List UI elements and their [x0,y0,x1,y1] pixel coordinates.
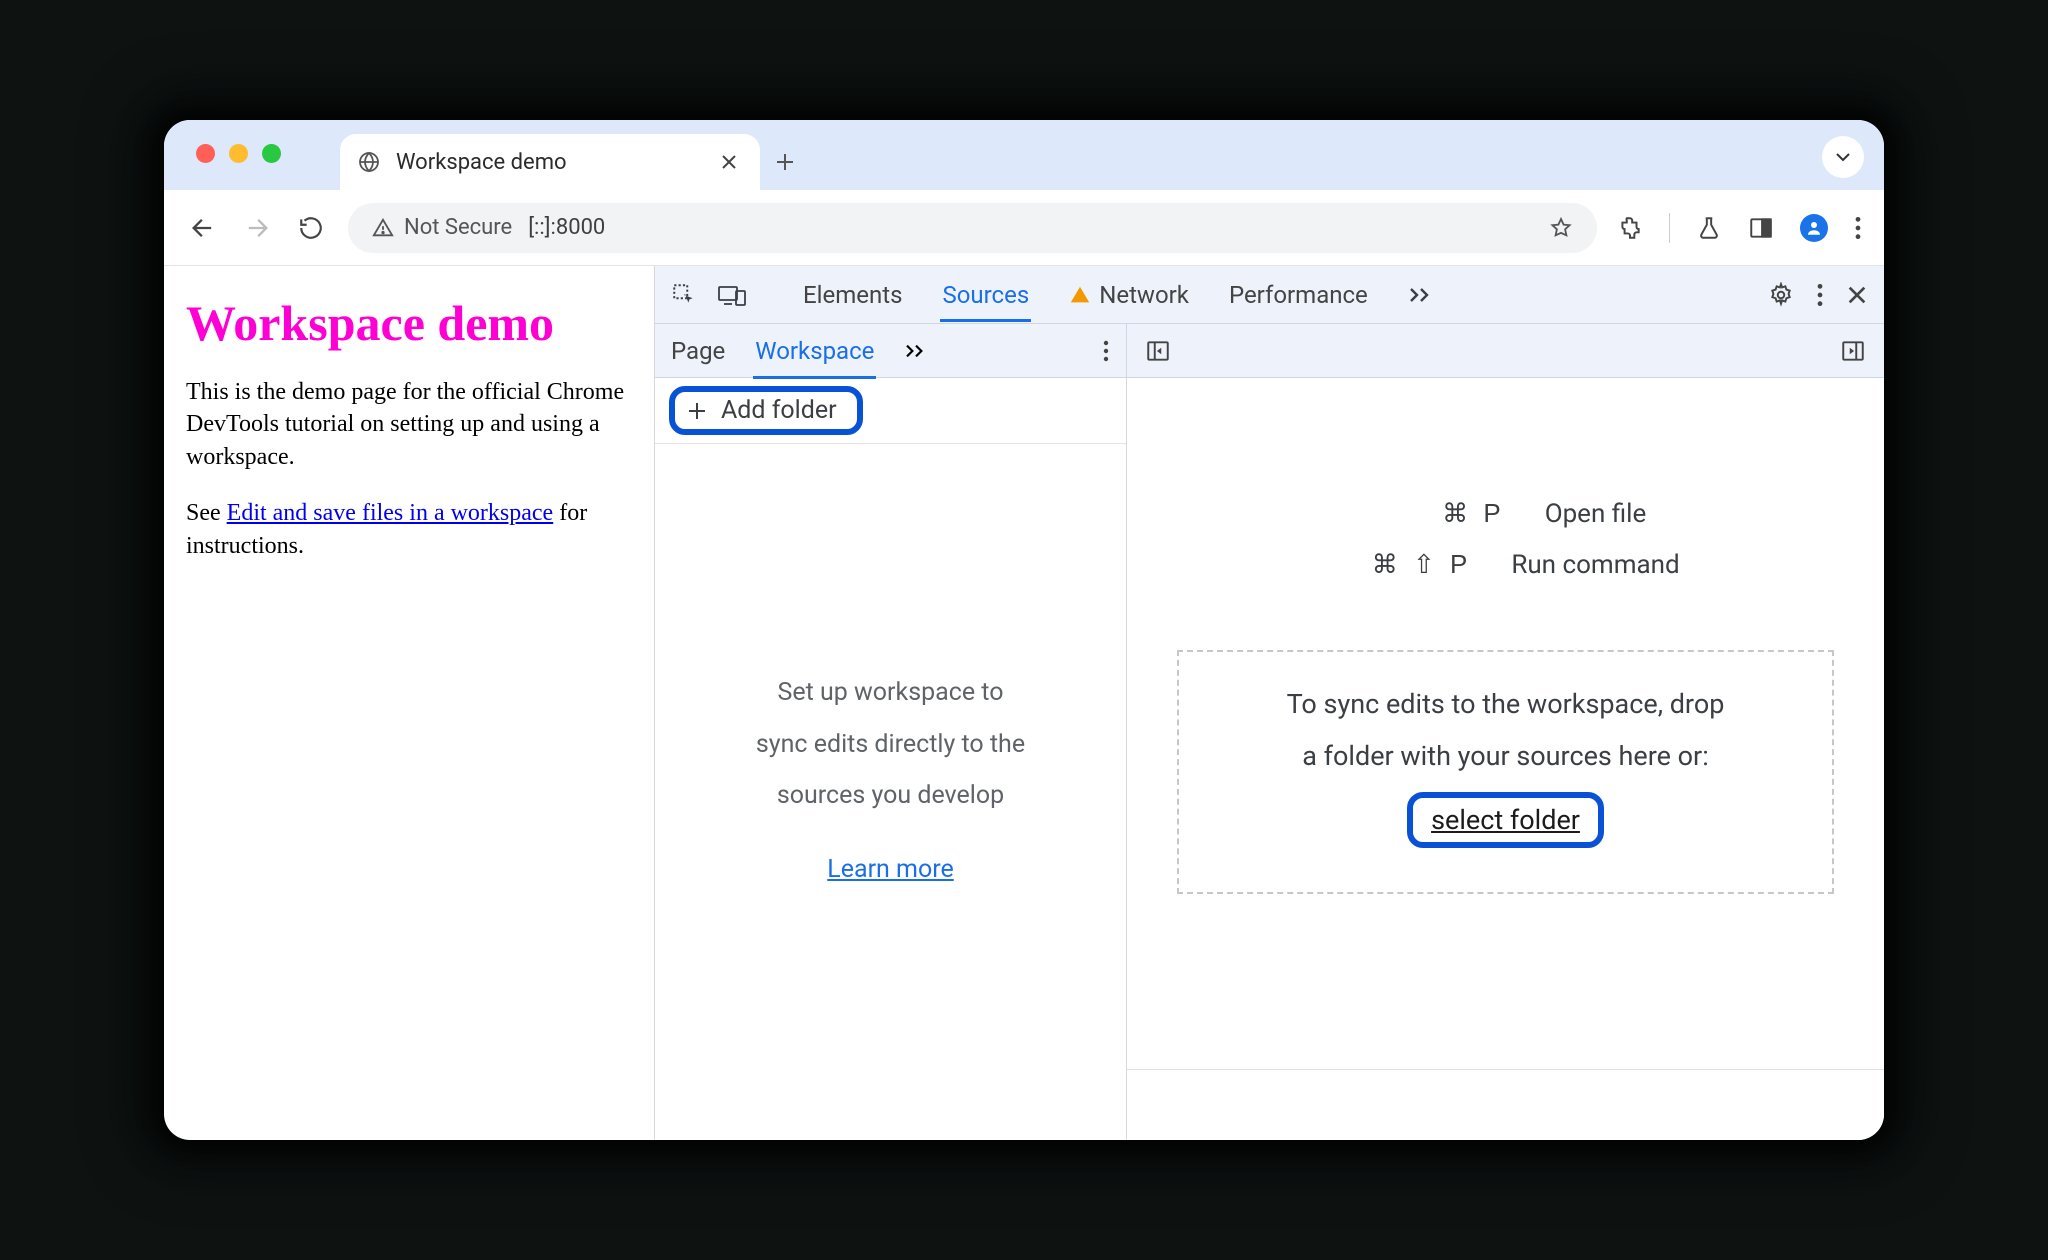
toolbar-icons [1617,213,1862,243]
more-tabs-icon[interactable] [1408,285,1434,305]
reload-button[interactable] [294,211,328,245]
close-tab-icon[interactable] [720,153,738,171]
devtools-top-bar: Elements Sources Network Performance [655,266,1884,324]
tab-sources[interactable]: Sources [942,269,1029,321]
shortcuts-hint: ⌘ P Open file ⌘ ⇧ P Run command [1127,498,1884,580]
profile-avatar[interactable] [1800,214,1828,242]
page-paragraph-1: This is the demo page for the official C… [186,376,632,473]
dropzone-text-2: a folder with your sources here or: [1302,740,1708,772]
extensions-icon[interactable] [1617,215,1643,241]
page-paragraph-2: See Edit and save files in a workspace f… [186,497,632,562]
tabs-dropdown-button[interactable] [1822,136,1864,178]
not-secure-label: Not Secure [404,215,512,240]
forward-button[interactable] [240,211,274,245]
tab-network[interactable]: Network [1069,269,1189,321]
devtools-body: Add folder Set up workspace to sync edit… [655,378,1884,1140]
security-status[interactable]: Not Secure [372,215,512,240]
devtools-panel: Elements Sources Network Performance [654,266,1884,1140]
sources-sidebar: Add folder Set up workspace to sync edit… [655,378,1127,1140]
bookmark-star-icon[interactable] [1549,216,1573,240]
browser-menu-icon[interactable] [1854,215,1862,241]
back-button[interactable] [186,211,220,245]
close-devtools-icon[interactable] [1846,284,1868,306]
workspace-hint: Set up workspace to sync edits directly … [655,444,1126,1140]
add-folder-row: Add folder [655,378,1126,444]
toolbar-divider [1669,213,1670,243]
dropzone-text-1: To sync edits to the workspace, drop [1287,688,1725,720]
page-link[interactable]: Edit and save files in a workspace [227,500,554,526]
devtools-main-tabs: Elements Sources Network Performance [803,269,1742,321]
shortcut-label-open-file: Open file [1545,499,1647,529]
address-bar[interactable]: Not Secure [::]:8000 [348,203,1597,253]
devtools-menu-icon[interactable] [1816,282,1824,308]
subtab-workspace[interactable]: Workspace [755,325,874,377]
more-subtabs-icon[interactable] [904,342,928,360]
close-window-button[interactable] [196,144,215,163]
browser-toolbar: Not Secure [::]:8000 [164,190,1884,266]
tab-strip: Workspace demo [164,120,1884,190]
page-viewport: Workspace demo This is the demo page for… [164,266,654,1140]
sources-sidebar-tabs: Page Workspace [655,324,1127,377]
page-heading: Workspace demo [186,294,632,352]
tab-performance[interactable]: Performance [1229,269,1368,321]
collapse-right-panel-icon[interactable] [1840,338,1866,364]
sidebar-menu-icon[interactable] [1102,339,1110,363]
browser-window: Workspace demo Not Secure [::]:8000 [164,120,1884,1140]
browser-tab[interactable]: Workspace demo [340,134,760,190]
workspace-dropzone[interactable]: To sync edits to the workspace, drop a f… [1177,650,1834,894]
panel-icon[interactable] [1748,215,1774,241]
add-folder-button[interactable]: Add folder [669,386,863,435]
sources-editor-area: ⌘ P Open file ⌘ ⇧ P Run command To sync … [1127,378,1884,1140]
learn-more-link[interactable]: Learn more [827,855,953,884]
labs-icon[interactable] [1696,215,1722,241]
shortcut-keys-open-file: ⌘ P [1365,498,1505,529]
collapse-left-panel-icon[interactable] [1145,338,1171,364]
tab-elements[interactable]: Elements [803,269,902,321]
shortcut-label-run-command: Run command [1511,550,1679,580]
minimize-window-button[interactable] [229,144,248,163]
warning-outline-icon [372,217,394,239]
new-tab-button[interactable] [760,134,810,190]
globe-icon [356,149,382,175]
plus-icon [685,399,709,423]
devtools-sub-bar: Page Workspace [655,324,1884,378]
editor-divider [1127,1069,1884,1070]
content-area: Workspace demo This is the demo page for… [164,266,1884,1140]
settings-gear-icon[interactable] [1768,282,1794,308]
warning-icon [1069,284,1091,306]
select-folder-button[interactable]: select folder [1407,792,1604,848]
shortcut-keys-run-command: ⌘ ⇧ P [1331,549,1471,580]
url-text: [::]:8000 [528,215,1533,240]
maximize-window-button[interactable] [262,144,281,163]
add-folder-label: Add folder [721,396,837,425]
window-controls [196,144,281,163]
device-toolbar-icon[interactable] [717,282,747,308]
subtab-page[interactable]: Page [671,325,725,377]
inspect-element-icon[interactable] [671,282,697,308]
tab-title: Workspace demo [396,150,706,175]
